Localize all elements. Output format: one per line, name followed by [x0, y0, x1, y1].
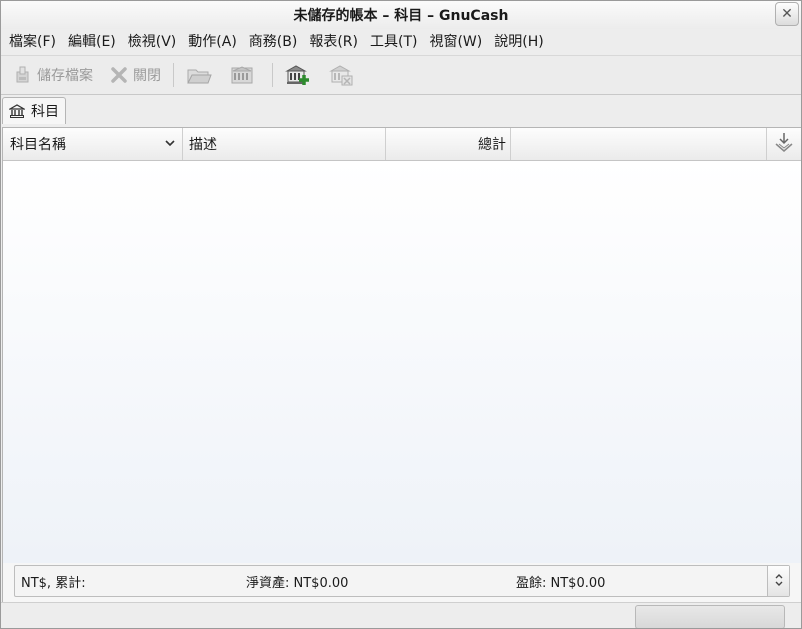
tab-strip: 科目	[1, 95, 801, 124]
menu-file[interactable]: 檔案(F)	[3, 29, 62, 55]
edit-account-button[interactable]	[226, 60, 264, 90]
up-down-arrows-icon	[774, 572, 784, 591]
column-selector-icon	[773, 131, 795, 157]
menu-actions[interactable]: 動作(A)	[182, 29, 243, 55]
menu-reports[interactable]: 報表(R)	[303, 29, 364, 55]
menu-business[interactable]: 商務(B)	[243, 29, 304, 55]
open-button[interactable]	[182, 60, 220, 90]
tree-header: 科目名稱 描述 總計	[3, 128, 801, 161]
tab-accounts-label: 科目	[31, 104, 59, 120]
menu-tools[interactable]: 工具(T)	[364, 29, 423, 55]
progress-bar	[635, 605, 785, 628]
close-x-icon	[109, 65, 129, 85]
close-icon: ✕	[781, 6, 793, 22]
window-title: 未儲存的帳本 – 科目 – GnuCash	[293, 8, 509, 24]
new-account-button[interactable]	[281, 60, 319, 90]
chevron-down-icon	[164, 136, 176, 152]
save-file-label: 儲存檔案	[37, 68, 93, 84]
menu-bar: 檔案(F) 編輯(E) 檢視(V) 動作(A) 商務(B) 報表(R) 工具(T…	[1, 29, 801, 55]
open-folder-icon	[186, 64, 212, 86]
title-bar[interactable]: 未儲存的帳本 – 科目 – GnuCash ✕	[1, 1, 801, 29]
accounts-page: 科目名稱 描述 總計 NT$, 累計: 淨資產: NT$0.00 盈餘: NT$…	[2, 127, 801, 603]
delete-account-icon	[329, 63, 355, 87]
save-icon	[13, 65, 33, 85]
toolbar-separator	[272, 63, 273, 87]
column-description[interactable]: 描述	[183, 128, 386, 160]
main-window: 未儲存的帳本 – 科目 – GnuCash ✕ 檔案(F) 編輯(E) 檢視(V…	[0, 0, 802, 629]
column-total[interactable]: 總計	[386, 128, 511, 160]
close-window-button[interactable]: ✕	[775, 2, 799, 26]
account-tree-body[interactable]	[3, 161, 801, 563]
column-description-label: 描述	[189, 137, 217, 153]
column-account-name[interactable]: 科目名稱	[3, 128, 183, 160]
column-total-label: 總計	[478, 137, 506, 153]
bank-icon	[9, 103, 25, 119]
summary-bar: NT$, 累計: 淨資產: NT$0.00 盈餘: NT$0.00	[14, 565, 790, 597]
tab-accounts[interactable]: 科目	[2, 97, 66, 124]
menu-edit[interactable]: 編輯(E)	[62, 29, 122, 55]
delete-account-button[interactable]	[325, 60, 363, 90]
menu-windows[interactable]: 視窗(W)	[423, 29, 488, 55]
summary-currency-label: NT$, 累計:	[21, 575, 86, 591]
menu-help[interactable]: 說明(H)	[488, 29, 549, 55]
new-account-icon	[285, 63, 311, 87]
close-book-button[interactable]: 關閉	[105, 60, 165, 90]
column-spacer	[511, 128, 767, 160]
close-book-label: 關閉	[133, 68, 161, 84]
edit-account-icon	[230, 64, 256, 86]
save-file-button[interactable]: 儲存檔案	[9, 60, 97, 90]
summary-net-assets: 淨資產: NT$0.00	[246, 575, 349, 591]
status-bar	[1, 602, 801, 628]
summary-profit: 盈餘: NT$0.00	[516, 575, 606, 591]
column-account-name-label: 科目名稱	[10, 137, 66, 153]
menu-view[interactable]: 檢視(V)	[122, 29, 183, 55]
column-selector-button[interactable]	[767, 128, 801, 160]
toolbar-separator	[173, 63, 174, 87]
summary-expander-button[interactable]	[767, 566, 789, 596]
toolbar: 儲存檔案 關閉	[1, 55, 801, 95]
